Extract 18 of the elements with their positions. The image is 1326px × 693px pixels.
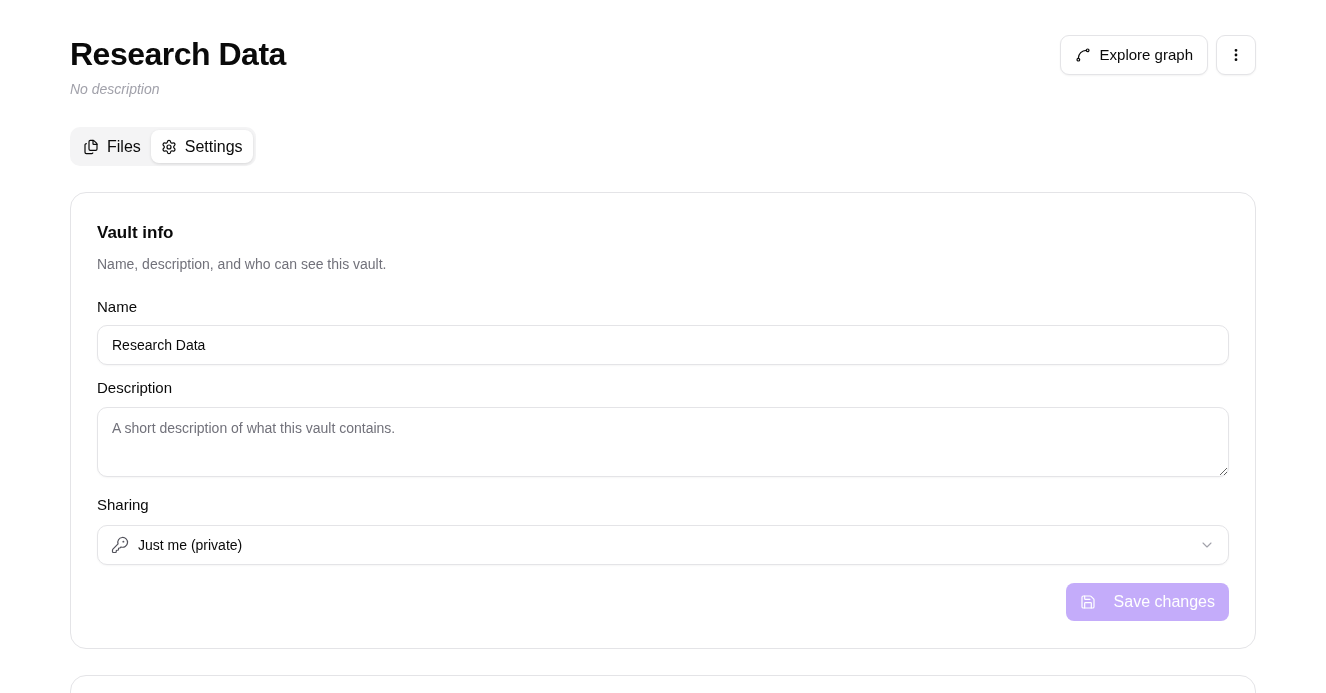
section-subtitle: Name, description, and who can see this vault.: [97, 255, 388, 274]
more-options-button[interactable]: [1216, 35, 1256, 75]
section-title: Vault info: [97, 222, 175, 244]
description-textarea[interactable]: A short description of what this vault contains.: [97, 407, 1229, 477]
field-label: Name: [97, 297, 138, 317]
graph-icon: [1074, 47, 1091, 63]
gear-icon: [160, 138, 177, 155]
key-icon: [111, 536, 129, 554]
tab[interactable]: Files: [73, 130, 151, 163]
tab[interactable]: Settings: [150, 130, 253, 163]
explore-graph-button[interactable]: Explore graph: [1059, 35, 1208, 75]
field-label: Sharing: [97, 495, 150, 515]
field-label: Description: [97, 378, 174, 398]
page-title: Research Data: [70, 35, 286, 74]
name-input[interactable]: Research Data: [97, 325, 1229, 365]
sharing-select[interactable]: Just me (private): [97, 525, 1229, 565]
page-description: No description: [70, 80, 161, 99]
files-icon: [83, 138, 99, 155]
